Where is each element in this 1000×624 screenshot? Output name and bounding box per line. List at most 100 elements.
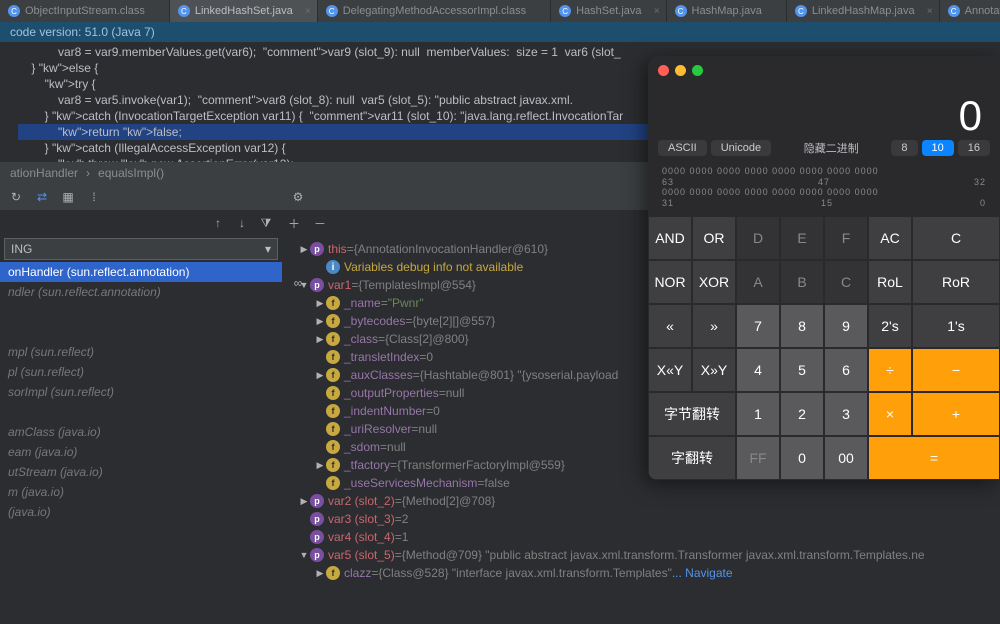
close-icon[interactable]: × bbox=[305, 6, 311, 17]
tab[interactable]: CLinkedHashSet.java× bbox=[170, 0, 318, 22]
calc-key-1's[interactable]: 1's bbox=[912, 304, 1000, 348]
stack-frame[interactable]: onHandler (sun.reflect.annotation) bbox=[0, 262, 282, 282]
java-icon: C bbox=[559, 5, 571, 17]
stack-frame[interactable] bbox=[0, 302, 282, 322]
calc-key-7[interactable]: 7 bbox=[736, 304, 780, 348]
stack-frame[interactable]: sorImpl (sun.reflect) bbox=[0, 382, 282, 402]
tab[interactable]: CDelegatingMethodAccessorImpl.class bbox=[318, 0, 551, 22]
breadcrumb-item[interactable]: ationHandler bbox=[10, 166, 78, 180]
unicode-tab[interactable]: Unicode bbox=[711, 140, 771, 156]
chevron-right-icon: › bbox=[86, 166, 90, 180]
close-icon[interactable]: × bbox=[654, 6, 660, 17]
restart-icon[interactable]: ↻ bbox=[8, 189, 24, 205]
calc-key-ror[interactable]: RoR bbox=[912, 260, 1000, 304]
stack-frame[interactable]: m (java.io) bbox=[0, 482, 282, 502]
chevron-down-icon: ▾ bbox=[265, 242, 271, 256]
calc-key-«[interactable]: « bbox=[648, 304, 692, 348]
calculator-mode-tabs: ASCII Unicode 隐藏二进制 8 10 16 bbox=[648, 140, 1000, 162]
calc-key-÷[interactable]: ÷ bbox=[868, 348, 912, 392]
stack-frame[interactable]: mpl (sun.reflect) bbox=[0, 342, 282, 362]
calc-key-f[interactable]: F bbox=[824, 216, 868, 260]
tab[interactable]: CAnnotationInvocationHandler.class bbox=[940, 0, 1000, 22]
stack-frame[interactable]: (java.io) bbox=[0, 502, 282, 522]
calc-key-ff[interactable]: FF bbox=[736, 436, 780, 480]
calc-key-6[interactable]: 6 bbox=[824, 348, 868, 392]
calc-key-1[interactable]: 1 bbox=[736, 392, 780, 436]
variable-row[interactable]: pvar4 (slot_4) = 1 bbox=[282, 528, 1000, 546]
up-icon[interactable]: ↑ bbox=[210, 215, 226, 231]
minimize-window-icon[interactable] bbox=[675, 65, 686, 76]
calc-key-00[interactable]: 00 bbox=[824, 436, 868, 480]
threads-icon[interactable]: ⇄ bbox=[34, 189, 50, 205]
bytecode-banner: code version: 51.0 (Java 7) bbox=[0, 22, 1000, 42]
stack-frame[interactable]: pl (sun.reflect) bbox=[0, 362, 282, 382]
variable-row[interactable]: ▶fclazz = {Class@528} "interface javax.x… bbox=[282, 564, 1000, 580]
calc-key-nor[interactable]: NOR bbox=[648, 260, 692, 304]
stack-frame[interactable]: eam (java.io) bbox=[0, 442, 282, 462]
calc-key-x»y[interactable]: X»Y bbox=[692, 348, 736, 392]
calc-key-字翻转[interactable]: 字翻转 bbox=[648, 436, 736, 480]
variable-row[interactable]: ▼pvar5 (slot_5) = {Method@709} "public a… bbox=[282, 546, 1000, 564]
stack-frame[interactable]: utStream (java.io) bbox=[0, 462, 282, 482]
calc-key-c[interactable]: C bbox=[912, 216, 1000, 260]
link-icon[interactable]: ∞ bbox=[290, 275, 306, 291]
tab[interactable]: CLinkedHashMap.java× bbox=[787, 0, 940, 22]
window-controls bbox=[648, 56, 1000, 84]
calc-key-2's[interactable]: 2's bbox=[868, 304, 912, 348]
calc-key-ac[interactable]: AC bbox=[868, 216, 912, 260]
variable-row[interactable]: ▶pvar2 (slot_2) = {Method[2]@708} bbox=[282, 492, 1000, 510]
stack-frame[interactable] bbox=[0, 322, 282, 342]
calc-key-字节翻转[interactable]: 字节翻转 bbox=[648, 392, 736, 436]
calc-key-5[interactable]: 5 bbox=[780, 348, 824, 392]
calc-key-8[interactable]: 8 bbox=[780, 304, 824, 348]
maximize-window-icon[interactable] bbox=[692, 65, 703, 76]
base-8-tab[interactable]: 8 bbox=[891, 140, 917, 156]
calc-key-+[interactable]: + bbox=[912, 392, 1000, 436]
calc-key-and[interactable]: AND bbox=[648, 216, 692, 260]
calc-key-−[interactable]: − bbox=[912, 348, 1000, 392]
base-16-tab[interactable]: 16 bbox=[958, 140, 990, 156]
base-10-tab[interactable]: 10 bbox=[922, 140, 954, 156]
thread-selector[interactable]: ING ▾ bbox=[4, 238, 278, 260]
frames-list: onHandler (sun.reflect.annotation)ndler … bbox=[0, 262, 282, 522]
calc-key-e[interactable]: E bbox=[780, 216, 824, 260]
calc-key-xor[interactable]: XOR bbox=[692, 260, 736, 304]
variable-row[interactable]: pvar3 (slot_3) = 2 bbox=[282, 510, 1000, 528]
filter-icon[interactable]: ⧩ bbox=[258, 215, 274, 231]
close-icon[interactable]: × bbox=[927, 6, 933, 17]
calc-key-x«y[interactable]: X«Y bbox=[648, 348, 692, 392]
calc-key-9[interactable]: 9 bbox=[824, 304, 868, 348]
stack-frame[interactable]: amClass (java.io) bbox=[0, 422, 282, 442]
close-window-icon[interactable] bbox=[658, 65, 669, 76]
calc-key-rol[interactable]: RoL bbox=[868, 260, 912, 304]
java-icon: C bbox=[675, 5, 687, 17]
frames-toolbar: ↑ ↓ ⧩ bbox=[0, 210, 282, 236]
calc-key-2[interactable]: 2 bbox=[780, 392, 824, 436]
calc-key-×[interactable]: × bbox=[868, 392, 912, 436]
calc-key-3[interactable]: 3 bbox=[824, 392, 868, 436]
down-icon[interactable]: ↓ bbox=[234, 215, 250, 231]
tab[interactable]: CObjectInputStream.class bbox=[0, 0, 170, 22]
calc-key-or[interactable]: OR bbox=[692, 216, 736, 260]
breadcrumb-item[interactable]: equalsImpl() bbox=[98, 166, 164, 180]
remove-icon[interactable]: － bbox=[312, 215, 328, 231]
calc-key-4[interactable]: 4 bbox=[736, 348, 780, 392]
stack-frame[interactable] bbox=[0, 402, 282, 422]
calc-key-c[interactable]: C bbox=[824, 260, 868, 304]
calc-key-d[interactable]: D bbox=[736, 216, 780, 260]
layout-icon[interactable]: ▦ bbox=[60, 189, 76, 205]
calc-key-»[interactable]: » bbox=[692, 304, 736, 348]
calc-key-=[interactable]: = bbox=[868, 436, 1000, 480]
calc-key-0[interactable]: 0 bbox=[780, 436, 824, 480]
add-icon[interactable]: ＋ bbox=[286, 215, 302, 231]
more-icon[interactable]: ⁞ bbox=[86, 189, 102, 205]
hide-binary-button[interactable]: 隐藏二进制 bbox=[804, 140, 859, 156]
stack-frame[interactable]: ndler (sun.reflect.annotation) bbox=[0, 282, 282, 302]
calc-key-a[interactable]: A bbox=[736, 260, 780, 304]
calc-key-b[interactable]: B bbox=[780, 260, 824, 304]
settings-icon[interactable]: ⚙ bbox=[290, 189, 306, 205]
debug-toolbar: ↻ ⇄ ▦ ⁞ bbox=[0, 184, 282, 210]
ascii-tab[interactable]: ASCII bbox=[658, 140, 707, 156]
tab[interactable]: CHashMap.java bbox=[667, 0, 787, 22]
tab[interactable]: CHashSet.java× bbox=[551, 0, 666, 22]
